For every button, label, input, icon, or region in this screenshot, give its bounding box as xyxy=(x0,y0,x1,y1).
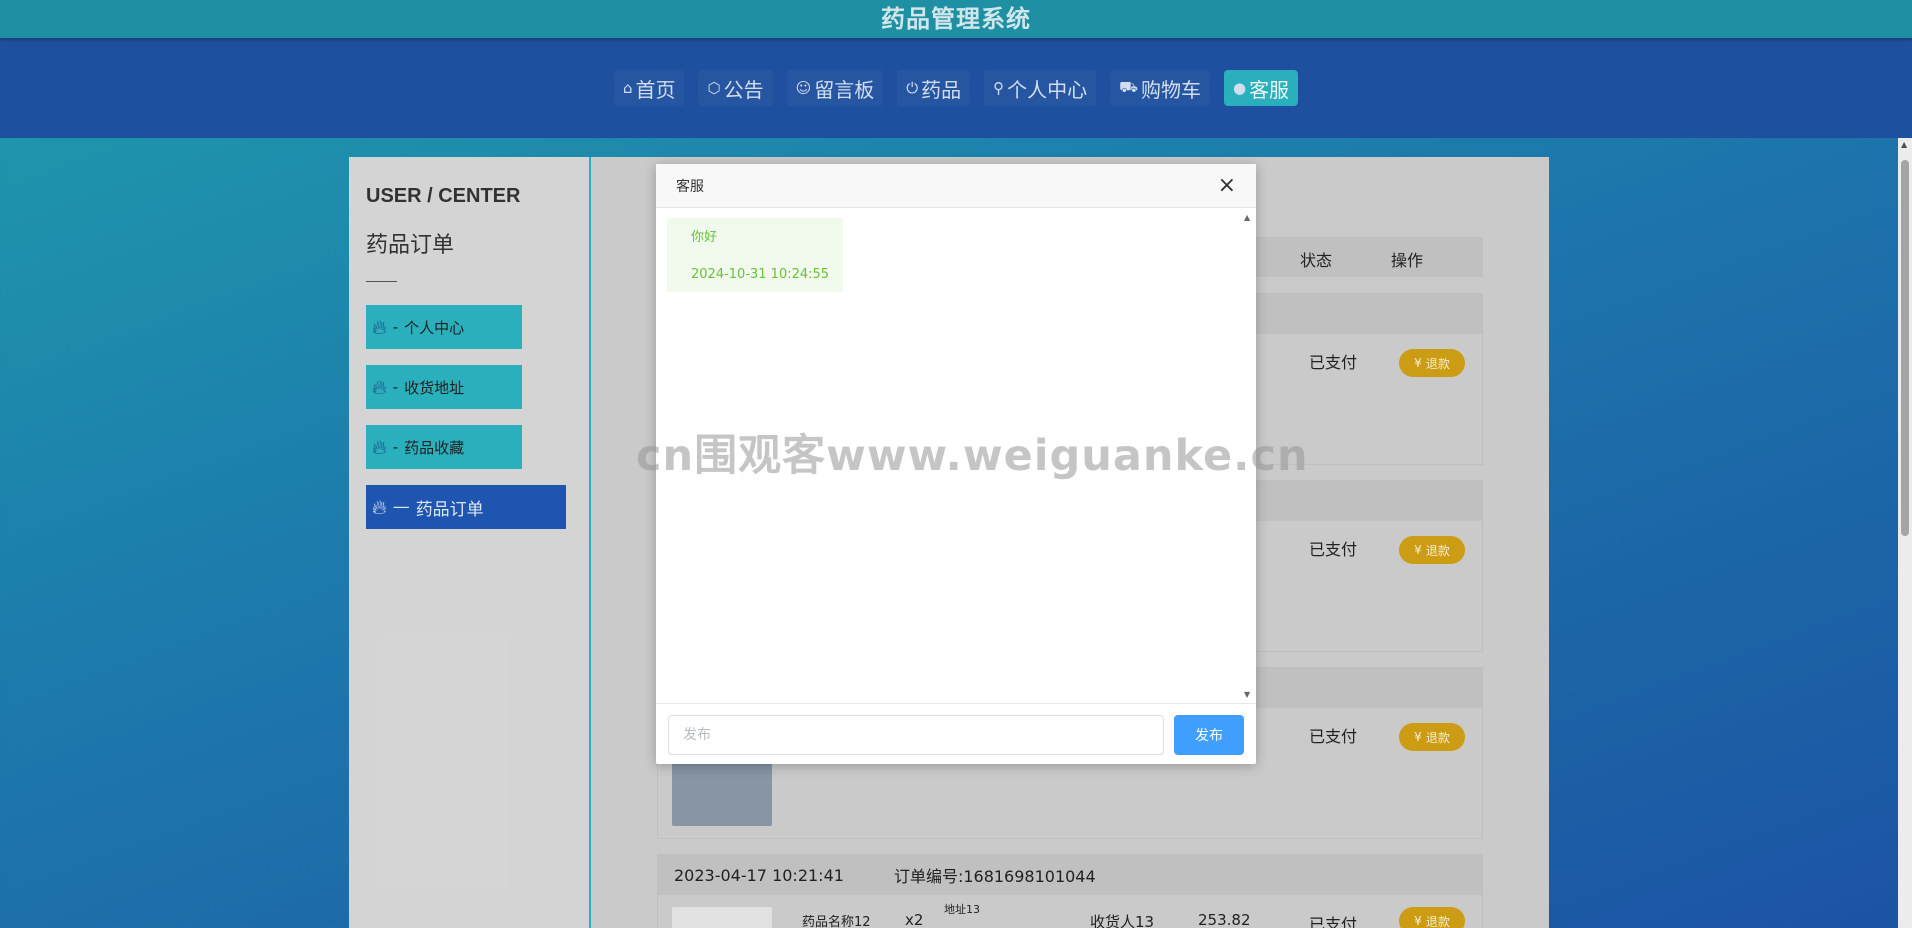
chat-message-area[interactable]: 你好 2024-10-31 10:24:55 ▲ ▼ xyxy=(656,209,1256,703)
dialog-title: 客服 xyxy=(676,178,704,195)
chat-message-text: 你好 xyxy=(691,230,718,245)
scroll-down-icon[interactable]: ▼ xyxy=(1244,690,1250,699)
dialog-footer: 发布 xyxy=(656,703,1256,764)
dialog-header: 客服 × xyxy=(656,164,1256,208)
customer-service-dialog: 客服 × 你好 2024-10-31 10:24:55 ▲ ▼ 发布 xyxy=(656,164,1256,764)
app-title: 药品管理系统 xyxy=(881,5,1031,33)
app-header: 药品管理系统 xyxy=(0,0,1912,38)
scroll-up-icon[interactable]: ▲ xyxy=(1244,213,1250,222)
send-button[interactable]: 发布 xyxy=(1174,715,1244,755)
chat-message-time: 2024-10-31 10:24:55 xyxy=(691,267,830,282)
close-icon[interactable]: × xyxy=(1218,174,1236,197)
chat-input[interactable] xyxy=(668,715,1164,755)
chat-scrollbar[interactable]: ▲ ▼ xyxy=(1244,209,1254,703)
chat-message: 你好 2024-10-31 10:24:55 xyxy=(667,218,843,292)
